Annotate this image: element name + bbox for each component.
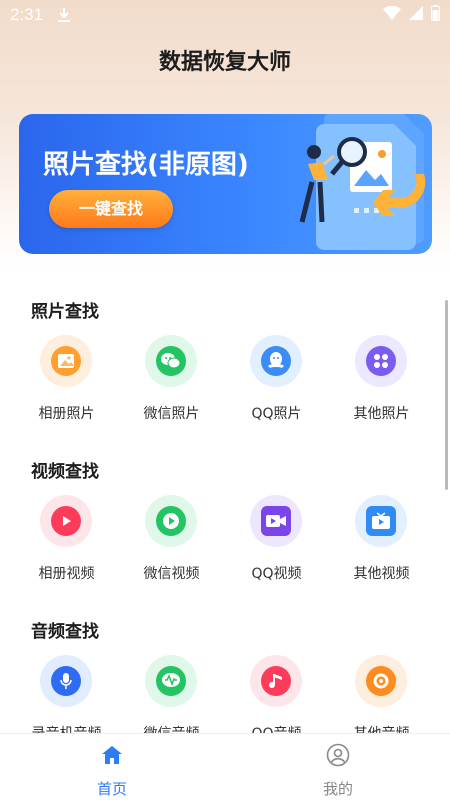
other-photos-label: 其他照片 [353, 406, 410, 422]
recorder-audio-icon-bg [40, 655, 92, 707]
wechat-videos-icon-bg [145, 495, 197, 547]
wechat-photos-item[interactable]: 微信照片 [119, 335, 224, 425]
album-photos-item[interactable]: 相册照片 [14, 335, 119, 425]
qq-audio-item[interactable]: QQ音频 [224, 655, 329, 745]
audio-grid: 录音机音频 微信音频 QQ音频 其他音频 [0, 655, 450, 745]
video-camera-icon [261, 506, 291, 536]
recorder-audio-item[interactable]: 录音机音频 [14, 655, 119, 745]
tab-profile-label: 我的 [322, 780, 353, 798]
other-videos-item[interactable]: 其他视频 [329, 495, 434, 585]
signal-icon [409, 5, 423, 25]
tab-home-label: 首页 [96, 780, 127, 798]
qq-icon [261, 346, 291, 376]
qq-photos-item[interactable]: QQ照片 [224, 335, 329, 425]
album-videos-label: 相册视频 [38, 566, 95, 582]
album-photos-label: 相册照片 [38, 406, 95, 422]
wechat-icon [156, 346, 186, 376]
qq-photos-icon-bg [250, 335, 302, 387]
wechat-videos-item[interactable]: 微信视频 [119, 495, 224, 585]
qq-photos-label: QQ照片 [251, 406, 302, 422]
album-photos-icon-bg [40, 335, 92, 387]
wechat-videos-label: 微信视频 [143, 566, 200, 582]
music-note-icon [261, 666, 291, 696]
microphone-icon [51, 666, 81, 696]
page-title: 数据恢复大师 [158, 50, 291, 75]
wechat-play-icon [156, 506, 186, 536]
album-videos-icon-bg [40, 495, 92, 547]
play-icon [51, 506, 81, 536]
wifi-icon [383, 5, 401, 25]
wechat-photos-label: 微信照片 [143, 406, 200, 422]
home-icon [102, 746, 122, 764]
one-click-search-button[interactable]: 一键查找 [49, 190, 173, 228]
other-audio-item[interactable]: 其他音频 [329, 655, 434, 745]
wechat-photos-icon-bg [145, 335, 197, 387]
qq-videos-label: QQ视频 [251, 566, 302, 582]
album-videos-item[interactable]: 相册视频 [14, 495, 119, 585]
section-title-videos: 视频查找 [31, 462, 99, 482]
tab-home[interactable]: 首页 [62, 742, 162, 798]
photo-grid: 相册照片 微信照片 QQ照片 其他照片 [0, 335, 450, 425]
qq-videos-icon-bg [250, 495, 302, 547]
other-videos-icon-bg [355, 495, 407, 547]
waveform-icon [156, 666, 186, 696]
other-photos-icon-bg [355, 335, 407, 387]
banner-illustration [299, 114, 426, 250]
other-photos-item[interactable]: 其他照片 [329, 335, 434, 425]
image-icon [51, 346, 81, 376]
tv-icon [366, 506, 396, 536]
status-time: 2:31 [10, 5, 44, 24]
video-grid: 相册视频 微信视频 QQ视频 其他视频 [0, 495, 450, 585]
section-title-photos: 照片查找 [31, 302, 99, 322]
qq-audio-icon-bg [250, 655, 302, 707]
wechat-audio-icon-bg [145, 655, 197, 707]
qq-videos-item[interactable]: QQ视频 [224, 495, 329, 585]
other-audio-icon-bg [355, 655, 407, 707]
banner-title: 照片查找(非原图) [43, 150, 249, 180]
status-bar: 2:31 [0, 0, 450, 30]
photo-search-banner[interactable]: 照片查找(非原图) 一键查找 [19, 114, 432, 254]
battery-icon [431, 4, 440, 26]
record-icon [366, 666, 396, 696]
bottom-tab-bar: 首页 我的 [0, 733, 450, 800]
download-icon [57, 7, 71, 23]
tab-profile[interactable]: 我的 [288, 742, 388, 798]
grid-icon [366, 346, 396, 376]
profile-icon [326, 743, 350, 767]
other-videos-label: 其他视频 [353, 566, 410, 582]
wechat-audio-item[interactable]: 微信音频 [119, 655, 224, 745]
section-title-audio: 音频查找 [31, 622, 99, 642]
